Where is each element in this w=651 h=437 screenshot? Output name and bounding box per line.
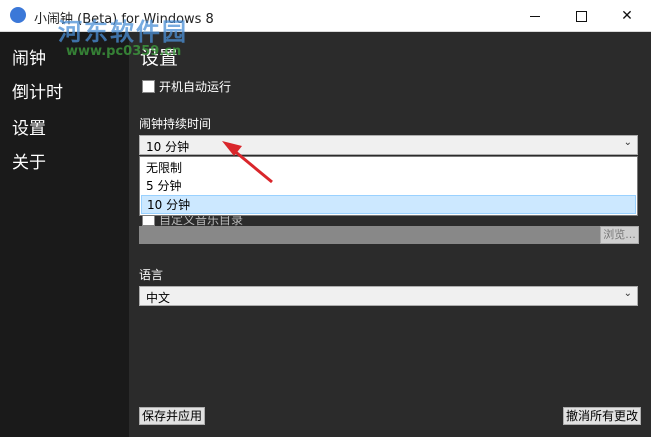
minimize-icon — [530, 15, 540, 17]
revert-all-button[interactable]: 撤消所有更改 — [563, 407, 642, 425]
autostart-label: 开机自动运行 — [159, 80, 232, 94]
close-icon: ✕ — [621, 8, 633, 24]
close-button[interactable]: ✕ — [604, 0, 650, 32]
language-select[interactable]: 中文 ⌄ — [139, 286, 638, 306]
sidebar-item-about[interactable]: 关于 — [12, 148, 46, 173]
duration-selected-value: 10 分钟 — [146, 140, 190, 154]
duration-option-selected[interactable]: 10 分钟 — [141, 195, 636, 214]
sidebar: 闹钟 倒计时 设置 关于 — [0, 32, 129, 437]
browse-button[interactable]: 浏览... — [600, 226, 639, 244]
duration-label: 闹钟持续时间 — [139, 117, 212, 131]
save-apply-button[interactable]: 保存并应用 — [139, 407, 206, 425]
chevron-down-icon: ⌄ — [623, 137, 632, 148]
maximize-button[interactable] — [558, 0, 604, 32]
language-selected-value: 中文 — [146, 291, 171, 305]
minimize-button[interactable] — [512, 0, 558, 32]
sidebar-item-countdown[interactable]: 倒计时 — [12, 78, 63, 103]
page-title: 设置 — [140, 47, 179, 69]
maximize-icon — [575, 10, 587, 22]
autostart-checkbox[interactable] — [142, 80, 155, 93]
window-title: 小闹钟 (Beta) for Windows 8 — [34, 12, 214, 27]
duration-select[interactable]: 10 分钟 ⌄ — [139, 135, 638, 155]
title-bar: 小闹钟 (Beta) for Windows 8 ✕ — [0, 0, 651, 32]
settings-panel: 设置 开机自动运行 闹钟持续时间 10 分钟 ⌄ 自定义音乐目录 浏览... 无… — [129, 32, 651, 437]
chevron-down-icon: ⌄ — [623, 288, 632, 299]
sidebar-item-settings[interactable]: 设置 — [12, 114, 46, 139]
duration-option[interactable]: 5 分钟 — [141, 177, 636, 196]
sidebar-item-alarm[interactable]: 闹钟 — [12, 44, 46, 69]
language-label: 语言 — [139, 268, 164, 282]
duration-option[interactable]: 无限制 — [141, 159, 636, 178]
music-folder-input[interactable] — [139, 226, 600, 244]
alarm-clock-icon — [10, 7, 26, 23]
duration-dropdown-list: 无限制 5 分钟 10 分钟 — [139, 156, 638, 216]
